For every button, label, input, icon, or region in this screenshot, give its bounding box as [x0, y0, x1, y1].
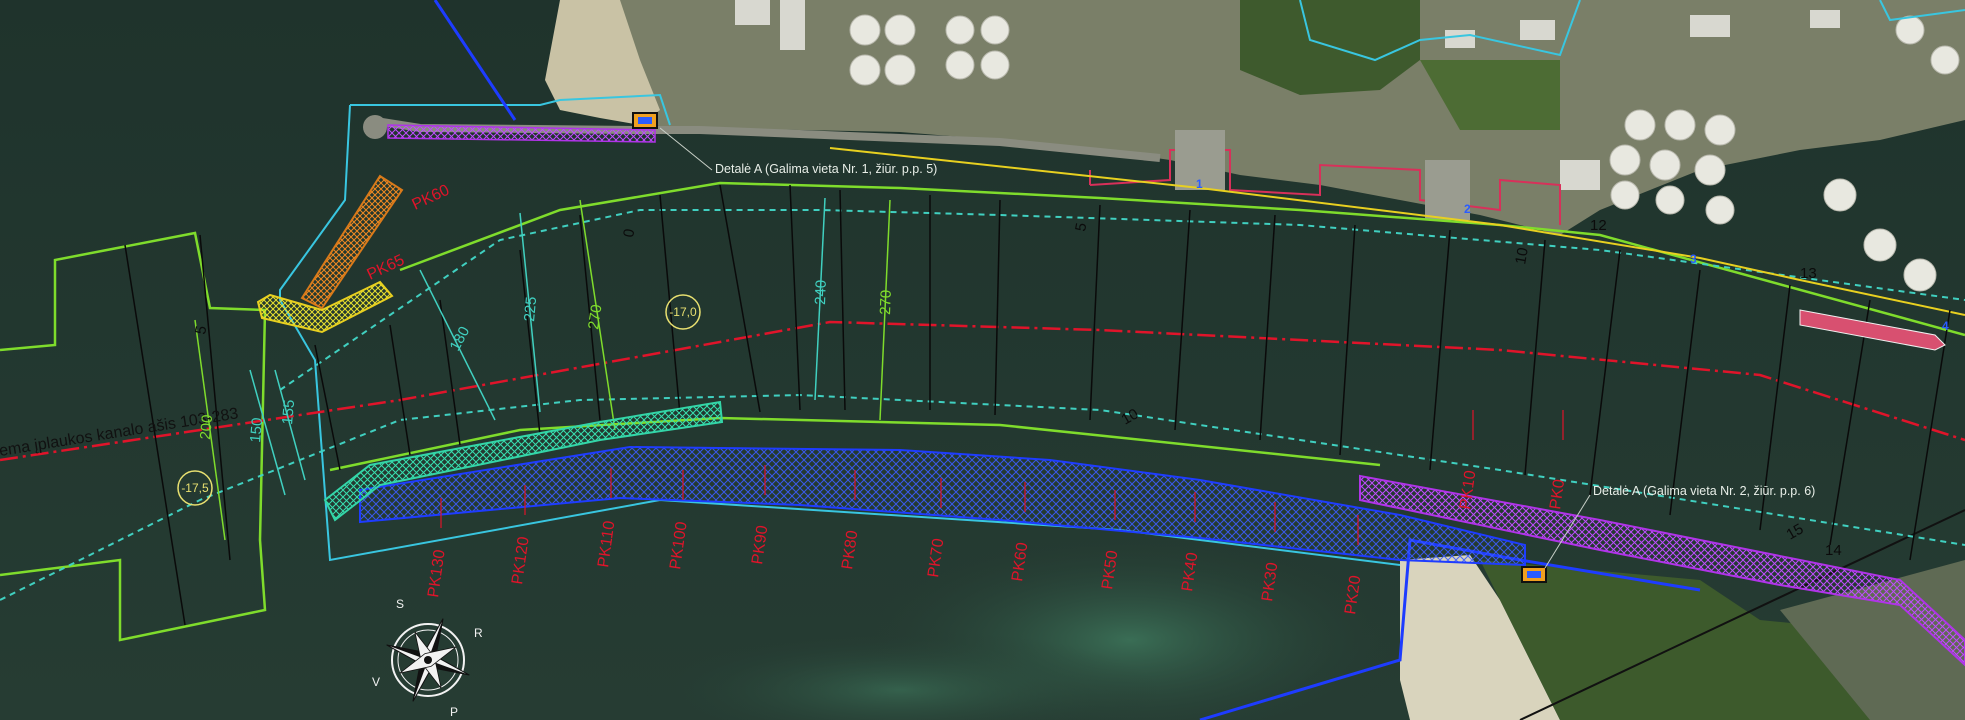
dimension-label: 150: [247, 417, 266, 443]
channel-map: Detalė A (Galima vieta Nr. 1, žiūr. p.p.…: [0, 0, 1965, 720]
dimension-label: 225: [521, 296, 540, 322]
dimension-label: 270: [585, 303, 605, 330]
callout-site-2: Detalė A (Galima vieta Nr. 2, žiūr. p.p.…: [1593, 484, 1815, 498]
site-marker-1[interactable]: [632, 112, 658, 129]
chainage-number: 12: [1590, 217, 1607, 234]
site-marker-2[interactable]: [1521, 566, 1547, 583]
svg-text:-17,0: -17,0: [669, 305, 697, 319]
chainage-number: 13: [1800, 265, 1817, 282]
dimension-label: 270: [877, 290, 895, 316]
chainage-number: 14: [1825, 542, 1842, 559]
pier-number: 2: [1464, 202, 1471, 216]
dimension-label: 200: [197, 414, 216, 440]
pier-number: 1: [1196, 177, 1203, 191]
compass-north-letter: S: [396, 597, 404, 611]
compass-south-letter: P: [450, 705, 458, 719]
compass-east-letter: R: [474, 626, 483, 640]
callout-site-1: Detalė A (Galima vieta Nr. 1, žiūr. p.p.…: [715, 162, 937, 176]
chainage-number: 10: [1512, 246, 1532, 265]
svg-text:-17,5: -17,5: [181, 481, 209, 495]
compass-west-letter: V: [372, 675, 380, 689]
pier-number: 3: [1690, 252, 1697, 266]
dimension-label: 155: [279, 399, 298, 425]
pier-number: 4: [1942, 319, 1949, 333]
breakwater-head: [363, 115, 387, 139]
dimension-label: 240: [812, 280, 830, 306]
